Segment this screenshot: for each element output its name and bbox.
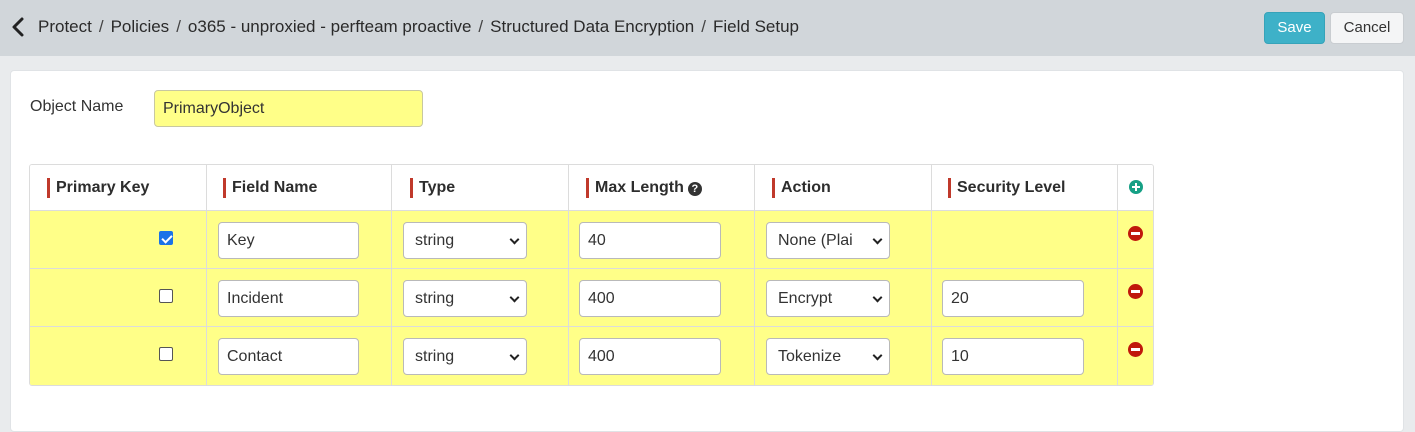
header-field-name: Field Name [223, 177, 317, 199]
type-select[interactable]: string [403, 280, 527, 317]
fields-table: Primary Key Field Name Type Max Length? … [29, 164, 1154, 386]
table-row: string None (Plai [30, 211, 1153, 269]
breadcrumb-separator: / [478, 17, 484, 36]
cancel-button[interactable]: Cancel [1330, 12, 1404, 44]
chevron-down-icon [872, 234, 883, 245]
breadcrumb-current: Field Setup [713, 17, 799, 36]
max-length-input[interactable] [579, 222, 721, 259]
column-divider [568, 165, 569, 385]
action-select[interactable]: Tokenize [766, 338, 890, 375]
type-select[interactable]: string [403, 338, 527, 375]
object-name-label: Object Name [30, 98, 124, 115]
type-select-value: string [415, 348, 455, 365]
header-primary-key: Primary Key [47, 177, 149, 199]
breadcrumb-policy[interactable]: o365 - unproxied - perfteam proactive [188, 17, 472, 36]
primary-key-checkbox[interactable] [159, 289, 173, 303]
breadcrumb-protect[interactable]: Protect [38, 17, 92, 36]
header-bar: Protect / Policies / o365 - unproxied - perf… [0, 0, 1415, 56]
question-circle-icon[interactable]: ? [687, 182, 702, 196]
max-length-input[interactable] [579, 280, 721, 317]
action-select-value: None (Plai [778, 232, 853, 249]
action-select-value: Tokenize [778, 348, 842, 365]
breadcrumb-policies[interactable]: Policies [111, 17, 170, 36]
chevron-down-icon [872, 350, 883, 361]
breadcrumb-separator: / [176, 17, 181, 36]
plus-circle-icon[interactable] [1129, 180, 1143, 194]
table-row: string Tokenize [30, 327, 1153, 385]
chevron-down-icon [872, 292, 883, 303]
action-select[interactable]: Encrypt [766, 280, 890, 317]
action-select-value: Encrypt [778, 290, 833, 307]
save-button[interactable]: Save [1264, 12, 1325, 44]
breadcrumb-encryption[interactable]: Structured Data Encryption [490, 17, 694, 36]
breadcrumb: Protect / Policies / o365 - unproxied - perf… [38, 16, 799, 38]
table-row: string Encrypt [30, 269, 1153, 327]
header-security-level: Security Level [948, 177, 1066, 199]
breadcrumb-separator: / [98, 17, 104, 36]
object-name-input[interactable] [154, 90, 423, 127]
field-name-input[interactable] [218, 222, 359, 259]
chevron-down-icon [509, 350, 520, 361]
chevron-down-icon [509, 234, 520, 245]
action-select[interactable]: None (Plai [766, 222, 890, 259]
security-level-input[interactable] [942, 280, 1084, 317]
type-select[interactable]: string [403, 222, 527, 259]
header-max-length: Max Length? [586, 177, 702, 199]
column-divider [391, 165, 392, 385]
primary-key-checkbox[interactable] [159, 347, 173, 361]
max-length-input[interactable] [579, 338, 721, 375]
minus-circle-icon[interactable] [1128, 342, 1143, 357]
minus-circle-icon[interactable] [1128, 284, 1143, 299]
type-select-value: string [415, 290, 455, 307]
chevron-left-icon[interactable] [9, 16, 29, 38]
type-select-value: string [415, 232, 455, 249]
column-divider [931, 165, 932, 385]
header-type: Type [410, 177, 455, 199]
minus-circle-icon[interactable] [1128, 226, 1143, 241]
header-max-length-label: Max Length [595, 179, 684, 196]
header-action: Action [772, 177, 831, 199]
breadcrumb-separator: / [701, 17, 706, 36]
field-name-input[interactable] [218, 338, 359, 375]
security-level-input[interactable] [942, 338, 1084, 375]
chevron-down-icon [509, 292, 520, 303]
table-header: Primary Key Field Name Type Max Length? … [30, 165, 1153, 211]
column-divider [206, 165, 207, 385]
primary-key-checkbox[interactable] [159, 231, 173, 245]
column-divider [754, 165, 755, 385]
column-divider [1117, 165, 1118, 385]
field-name-input[interactable] [218, 280, 359, 317]
